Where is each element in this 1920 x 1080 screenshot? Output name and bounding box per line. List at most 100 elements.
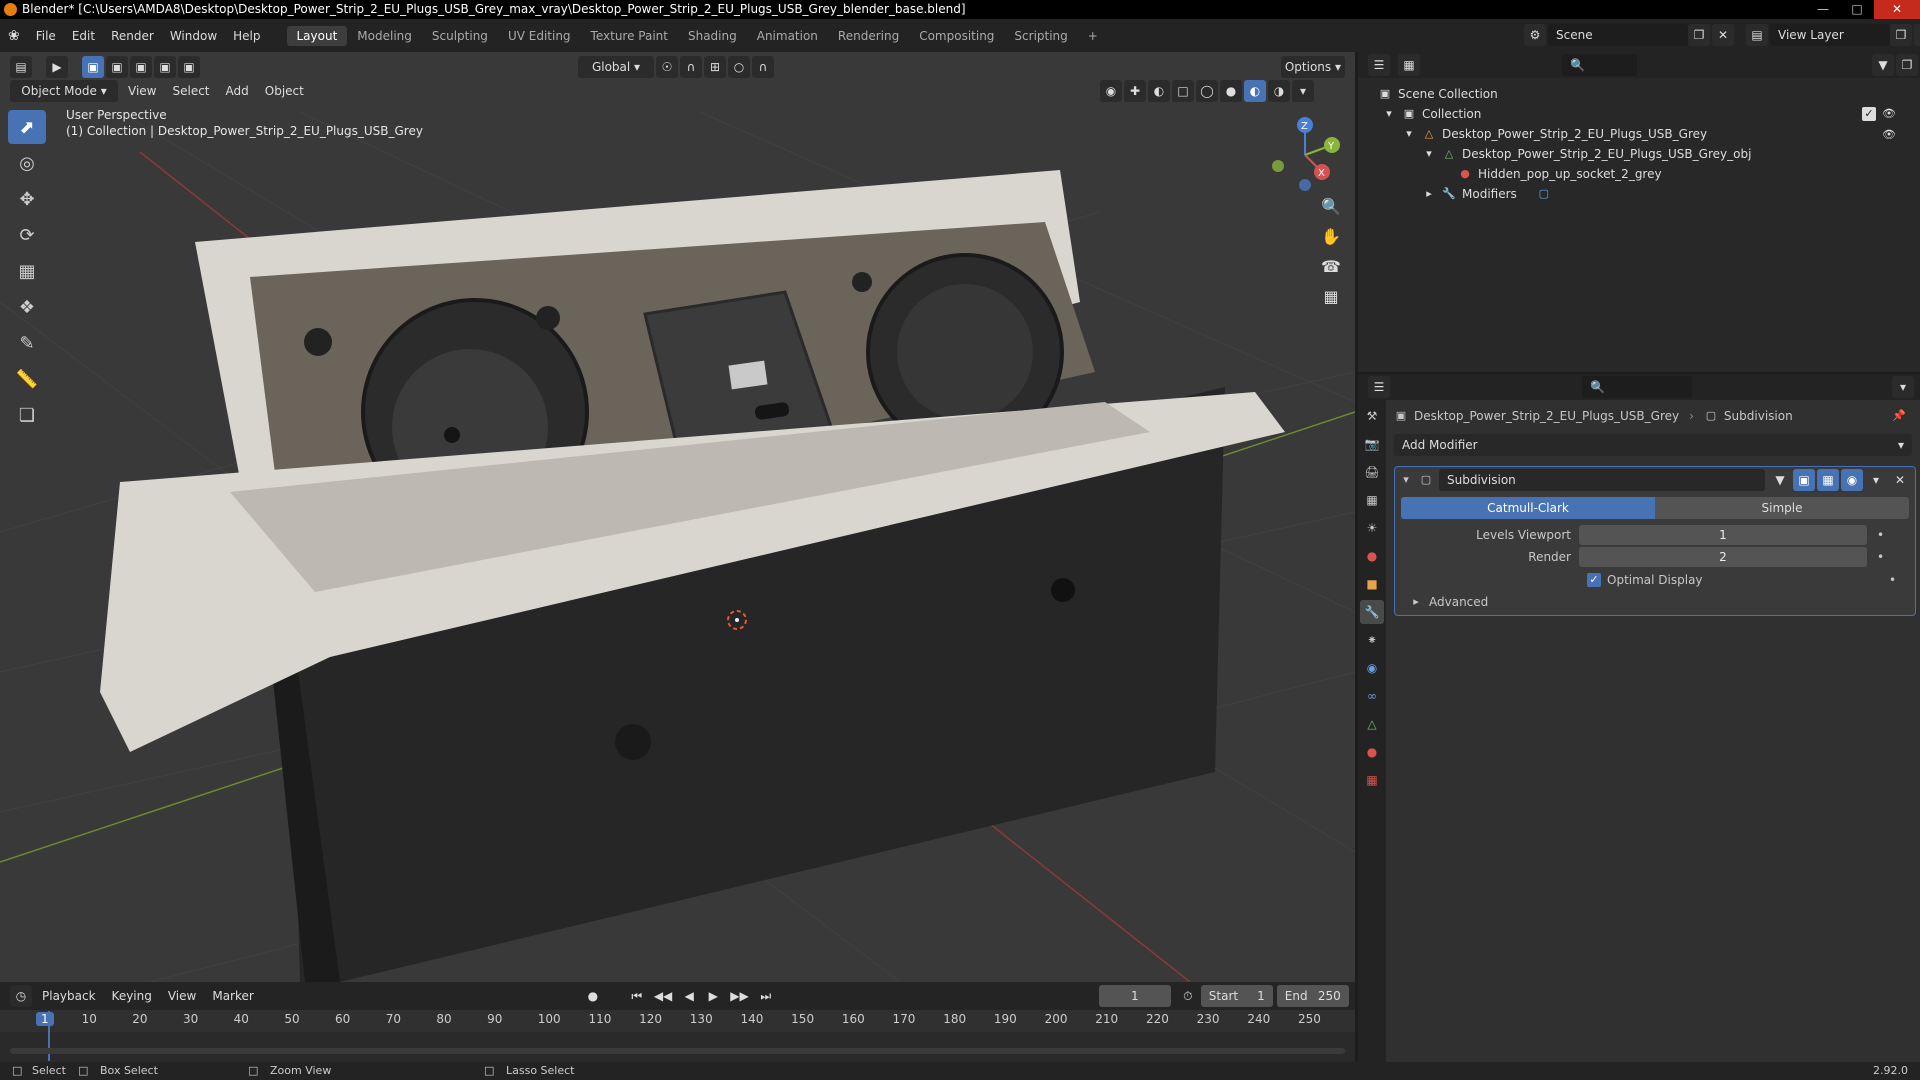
proportional-edit-icon[interactable]: ○ bbox=[728, 56, 750, 78]
collection-exclude-checkbox[interactable]: ✓ bbox=[1862, 107, 1876, 121]
select-mode-subtract-icon[interactable]: ▣ bbox=[130, 56, 152, 78]
jump-start-icon[interactable]: ⏮ bbox=[626, 985, 648, 1007]
tab-modeling[interactable]: Modeling bbox=[347, 26, 422, 46]
maximize-button[interactable]: □ bbox=[1840, 0, 1874, 19]
measure-tool-icon[interactable]: 📏 bbox=[8, 362, 46, 396]
pivot-point-icon[interactable]: ☉ bbox=[656, 56, 678, 78]
outliner-scene-collection[interactable]: ▣ Scene Collection bbox=[1378, 84, 1498, 104]
outliner-editor-icon[interactable]: ☰ bbox=[1368, 54, 1390, 76]
render-tab-icon[interactable]: 📷 bbox=[1360, 432, 1384, 456]
new-collection-icon[interactable]: ❐ bbox=[1896, 54, 1918, 76]
view-layer-tab-icon[interactable]: ▦ bbox=[1360, 488, 1384, 512]
scale-tool-icon[interactable]: ▦ bbox=[8, 254, 46, 288]
properties-search-input[interactable]: 🔍 bbox=[1582, 376, 1692, 398]
expand-arrow-icon[interactable]: ▾ bbox=[1422, 147, 1436, 161]
add-workspace-button[interactable]: + bbox=[1078, 26, 1108, 46]
play-reverse-icon[interactable]: ◀ bbox=[678, 985, 700, 1007]
material-tab-icon[interactable]: ● bbox=[1360, 740, 1384, 764]
outliner-collection[interactable]: ▾ ▣ Collection ✓ 👁 bbox=[1382, 104, 1902, 124]
render-camera-icon[interactable]: ◉ bbox=[1841, 469, 1863, 491]
select-mode-intersect-icon[interactable]: ▣ bbox=[178, 56, 200, 78]
edit-mode-icon[interactable]: ▣ bbox=[1793, 469, 1815, 491]
tab-compositing[interactable]: Compositing bbox=[909, 26, 1004, 46]
viewport-menu-object[interactable]: Object bbox=[257, 84, 312, 98]
navigation-gizmo[interactable]: Z Y X bbox=[1260, 110, 1350, 200]
start-frame-field[interactable]: Start 1 bbox=[1200, 985, 1273, 1007]
overlays-icon[interactable]: ◐ bbox=[1148, 80, 1170, 102]
camera-icon[interactable]: ☎ bbox=[1316, 252, 1346, 280]
tab-layout[interactable]: Layout bbox=[286, 25, 348, 46]
stopwatch-icon[interactable]: ⏱ bbox=[1177, 985, 1199, 1007]
tab-texture-paint[interactable]: Texture Paint bbox=[581, 26, 678, 46]
select-box-tool-icon[interactable]: ⬈ bbox=[8, 110, 46, 144]
ortho-grid-icon[interactable]: ▦ bbox=[1316, 282, 1346, 310]
shading-wireframe-icon[interactable]: ◯ bbox=[1196, 80, 1218, 102]
timeline-ruler[interactable]: 1 10 20 30 40 50 60 70 80 90 100 110 120 130 140 150 160… bbox=[0, 1010, 1355, 1032]
editor-type-icon[interactable]: ▤ bbox=[10, 56, 32, 78]
current-frame-field[interactable]: 1 bbox=[1098, 985, 1171, 1007]
timeline-scrollbar[interactable] bbox=[10, 1048, 1345, 1054]
scene-tab-icon[interactable]: ☀ bbox=[1360, 516, 1384, 540]
shading-material-icon[interactable]: ◐ bbox=[1244, 80, 1266, 102]
shading-solid-icon[interactable]: ● bbox=[1220, 80, 1242, 102]
scene-name-field[interactable]: Scene bbox=[1548, 24, 1688, 46]
modifier-name-input[interactable]: Subdivision bbox=[1439, 469, 1765, 491]
simple-button[interactable]: Simple bbox=[1655, 497, 1909, 519]
data-tab-icon[interactable]: △ bbox=[1360, 712, 1384, 736]
viewport-menu-select[interactable]: Select bbox=[164, 84, 217, 98]
constraints-tab-icon[interactable]: ∞ bbox=[1360, 684, 1384, 708]
keyframe-dot-icon[interactable]: • bbox=[1877, 550, 1884, 564]
move-tool-icon[interactable]: ✥ bbox=[8, 182, 46, 216]
levels-viewport-field[interactable]: 1 bbox=[1579, 525, 1867, 545]
add-modifier-dropdown[interactable]: Add Modifier ▾ bbox=[1394, 434, 1912, 456]
add-cube-tool-icon[interactable]: ❏ bbox=[8, 398, 46, 432]
minimize-button[interactable]: — bbox=[1806, 0, 1840, 19]
tab-animation[interactable]: Animation bbox=[747, 26, 828, 46]
select-tool-icon[interactable]: ▶ bbox=[46, 56, 68, 78]
tab-sculpting[interactable]: Sculpting bbox=[422, 26, 498, 46]
view-layer-icon[interactable]: ▤ bbox=[1746, 24, 1768, 46]
snap-target-icon[interactable]: ⊞ bbox=[704, 56, 726, 78]
blender-menu-icon[interactable]: ❀ bbox=[0, 28, 28, 44]
visibility-icon[interactable]: ◉ bbox=[1100, 80, 1122, 102]
select-mode-new-icon[interactable]: ▣ bbox=[82, 56, 104, 78]
outliner-mesh[interactable]: ▾ △ Desktop_Power_Strip_2_EU_Plugs_USB_G… bbox=[1422, 144, 1751, 164]
shading-rendered-icon[interactable]: ◑ bbox=[1268, 80, 1290, 102]
tool-tab-icon[interactable]: ⚒ bbox=[1360, 404, 1384, 428]
timeline-menu-marker[interactable]: Marker bbox=[204, 989, 261, 1003]
select-mode-extend-icon[interactable]: ▣ bbox=[106, 56, 128, 78]
expand-arrow-icon[interactable]: ▾ bbox=[1402, 127, 1416, 141]
texture-tab-icon[interactable]: ▦ bbox=[1360, 768, 1384, 792]
keyframe-dot-icon[interactable]: • bbox=[1877, 528, 1884, 542]
menu-render[interactable]: Render bbox=[103, 29, 162, 43]
particles-tab-icon[interactable]: ⁕ bbox=[1360, 628, 1384, 652]
catmull-clark-button[interactable]: Catmull-Clark bbox=[1401, 497, 1655, 519]
modifier-delete-icon[interactable]: ✕ bbox=[1889, 469, 1911, 491]
optimal-display-checkbox[interactable]: ✓ bbox=[1587, 573, 1601, 587]
zoom-icon[interactable]: 🔍 bbox=[1316, 192, 1346, 220]
tab-uv-editing[interactable]: UV Editing bbox=[498, 26, 581, 46]
select-mode-invert-icon[interactable]: ▣ bbox=[154, 56, 176, 78]
rotate-tool-icon[interactable]: ⟳ bbox=[8, 218, 46, 252]
realtime-icon[interactable]: ▦ bbox=[1817, 469, 1839, 491]
scene-icon[interactable]: ⚙ bbox=[1524, 24, 1546, 46]
shading-options-icon[interactable]: ▾ bbox=[1292, 80, 1314, 102]
advanced-subpanel[interactable]: ▸ Advanced bbox=[1395, 595, 1915, 609]
outliner-object[interactable]: ▾ △ Desktop_Power_Strip_2_EU_Plugs_USB_G… bbox=[1402, 124, 1902, 144]
menu-file[interactable]: File bbox=[28, 29, 64, 43]
transform-tool-icon[interactable]: ❖ bbox=[8, 290, 46, 324]
edit-cage-icon[interactable]: ▼ bbox=[1769, 469, 1791, 491]
play-icon[interactable]: ▶ bbox=[702, 985, 724, 1007]
outliner-material[interactable]: ● Hidden_pop_up_socket_2_grey bbox=[1458, 164, 1661, 184]
cursor-tool-icon[interactable]: ◎ bbox=[8, 146, 46, 180]
modifier-tab-icon[interactable]: 🔧 bbox=[1360, 600, 1384, 624]
modifier-menu-icon[interactable]: ▾ bbox=[1865, 469, 1887, 491]
menu-help[interactable]: Help bbox=[225, 29, 268, 43]
xray-icon[interactable]: □ bbox=[1172, 80, 1194, 102]
new-view-layer-icon[interactable]: ❐ bbox=[1890, 24, 1912, 46]
tab-shading[interactable]: Shading bbox=[678, 26, 747, 46]
collection-visibility-icon[interactable]: 👁 bbox=[1882, 107, 1896, 121]
delete-scene-icon[interactable]: ✕ bbox=[1712, 24, 1734, 46]
snap-icon[interactable]: ∩ bbox=[680, 56, 702, 78]
tab-scripting[interactable]: Scripting bbox=[1004, 26, 1077, 46]
